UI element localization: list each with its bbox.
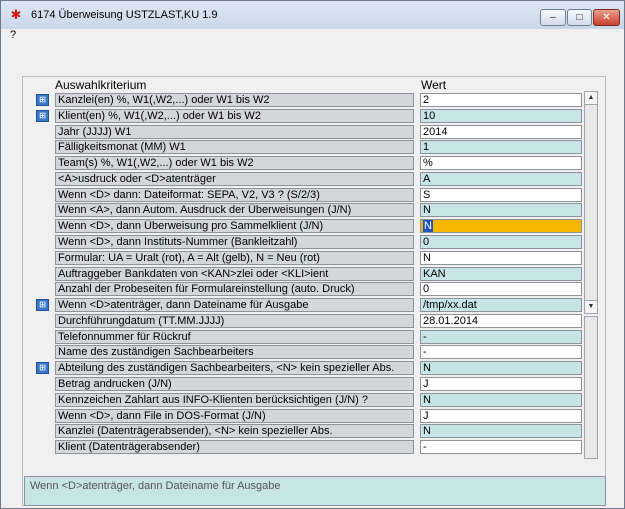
criteria-row: Kennzeichen Zahlart aus INFO-Klienten be… bbox=[0, 393, 600, 407]
criteria-value-field[interactable]: % bbox=[420, 156, 582, 170]
criteria-row: Name des zuständigen Sachbearbeiters - bbox=[0, 345, 600, 359]
criteria-row: Wenn <A>, dann Autom. Ausdruck der Überw… bbox=[0, 203, 600, 217]
criteria-label: Wenn <D>, dann Überweisung pro Sammelkli… bbox=[55, 219, 414, 233]
minimize-button[interactable]: – bbox=[540, 9, 566, 26]
criteria-value-field[interactable]: 2 bbox=[420, 93, 582, 107]
criteria-value-field[interactable]: /tmp/xx.dat bbox=[420, 298, 582, 312]
criteria-label: Klient (Datenträgerabsender) bbox=[55, 440, 414, 454]
criteria-value-text: N bbox=[423, 220, 433, 232]
criteria-label: Telefonnummer für Rückruf bbox=[55, 330, 414, 344]
criteria-label: Auftraggeber Bankdaten von <KAN>zlei ode… bbox=[55, 267, 414, 281]
criteria-row: Wenn <D> dann: Dateiformat: SEPA, V2, V3… bbox=[0, 188, 600, 202]
criteria-label: Klient(en) %, W1(,W2,...) oder W1 bis W2 bbox=[55, 109, 414, 123]
close-button[interactable]: ✕ bbox=[593, 9, 620, 26]
criteria-row: Kanzlei (Datenträgerabsender), <N> kein … bbox=[0, 424, 600, 438]
lookup-icon[interactable]: ⊞ bbox=[36, 110, 49, 122]
scrollbar-lower[interactable] bbox=[584, 316, 598, 459]
criteria-value-field[interactable]: N bbox=[420, 424, 582, 438]
criteria-row: ⊞ Abteilung des zuständigen Sachbearbeite… bbox=[0, 361, 600, 375]
lookup-icon[interactable]: ⊞ bbox=[36, 299, 49, 311]
criteria-value-field[interactable]: 28.01.2014 bbox=[420, 314, 582, 328]
criteria-value-field[interactable]: 10 bbox=[420, 109, 582, 123]
criteria-label: Kennzeichen Zahlart aus INFO-Klienten be… bbox=[55, 393, 414, 407]
criteria-value-field[interactable]: N bbox=[420, 393, 582, 407]
window-title: 6174 Überweisung USTZLAST,KU 1.9 bbox=[31, 9, 218, 21]
criteria-row: Telefonnummer für Rückruf - bbox=[0, 330, 600, 344]
criteria-label: Wenn <D>, dann File in DOS-Format (J/N) bbox=[55, 409, 414, 423]
criteria-label: Team(s) %, W1(,W2,...) oder W1 bis W2 bbox=[55, 156, 414, 170]
menu-help[interactable]: ? bbox=[10, 29, 16, 41]
status-hint: Wenn <D>atenträger, dann Dateiname für A… bbox=[24, 476, 606, 506]
criteria-value-field[interactable]: J bbox=[420, 377, 582, 391]
criteria-label: Formular: UA = Uralt (rot), A = Alt (gel… bbox=[55, 251, 414, 265]
maximize-button[interactable]: □ bbox=[567, 9, 592, 26]
criteria-label: Abteilung des zuständigen Sachbearbeiter… bbox=[55, 361, 414, 375]
criteria-value-field[interactable]: - bbox=[420, 440, 582, 454]
criteria-label: Kanzlei(en) %, W1(,W2,...) oder W1 bis W… bbox=[55, 93, 414, 107]
criteria-row: ⊞ Kanzlei(en) %, W1(,W2,...) oder W1 bis … bbox=[0, 93, 600, 107]
criteria-row: Team(s) %, W1(,W2,...) oder W1 bis W2% bbox=[0, 156, 600, 170]
criteria-row: Fälligkeitsmonat (MM) W1 1 bbox=[0, 140, 600, 154]
criteria-row: Wenn <D>, dann Instituts-Nummer (Banklei… bbox=[0, 235, 600, 249]
criteria-value-field[interactable]: J bbox=[420, 409, 582, 423]
criteria-label: Wenn <D>atenträger, dann Dateiname für A… bbox=[55, 298, 414, 312]
lookup-icon[interactable]: ⊞ bbox=[36, 94, 49, 106]
criteria-row: Wenn <D>, dann File in DOS-Format (J/N) J bbox=[0, 409, 600, 423]
criteria-label: Fälligkeitsmonat (MM) W1 bbox=[55, 140, 414, 154]
criteria-label: Jahr (JJJJ) W1 bbox=[55, 125, 414, 139]
criteria-row: Klient (Datenträgerabsender) - bbox=[0, 440, 600, 454]
criteria-value-field[interactable]: 2014 bbox=[420, 125, 582, 139]
criteria-value-field[interactable]: N bbox=[420, 361, 582, 375]
red-swoosh-icon: ✱ bbox=[10, 7, 22, 22]
scrollbar-upper[interactable]: ▲ ▼ bbox=[584, 91, 598, 314]
criteria-value-field[interactable]: N bbox=[420, 219, 582, 233]
criteria-label: Name des zuständigen Sachbearbeiters bbox=[55, 345, 414, 359]
criteria-value-field[interactable]: - bbox=[420, 345, 582, 359]
criteria-value-field[interactable]: A bbox=[420, 172, 582, 186]
criteria-value-field[interactable]: 0 bbox=[420, 235, 582, 249]
criteria-label: Betrag andrucken (J/N) bbox=[55, 377, 414, 391]
criteria-row: <A>usdruck oder <D>atenträger A bbox=[0, 172, 600, 186]
criteria-label: Wenn <D>, dann Instituts-Nummer (Banklei… bbox=[55, 235, 414, 249]
lookup-icon[interactable]: ⊞ bbox=[36, 362, 49, 374]
criteria-row: Anzahl der Probeseiten für Formulareinst… bbox=[0, 282, 600, 296]
criteria-value-field[interactable]: N bbox=[420, 203, 582, 217]
scroll-up-icon[interactable]: ▲ bbox=[585, 92, 597, 105]
title-bar[interactable]: ✱ 6174 Überweisung USTZLAST,KU 1.9 – □ ✕ bbox=[1, 1, 624, 29]
criteria-value-field[interactable]: 1 bbox=[420, 140, 582, 154]
criteria-row: Formular: UA = Uralt (rot), A = Alt (gel… bbox=[0, 251, 600, 265]
criteria-value-field[interactable]: S bbox=[420, 188, 582, 202]
column-header-value: Wert bbox=[421, 78, 447, 92]
criteria-value-field[interactable]: - bbox=[420, 330, 582, 344]
criteria-row: Jahr (JJJJ) W1 2014 bbox=[0, 125, 600, 139]
criteria-row: Auftraggeber Bankdaten von <KAN>zlei ode… bbox=[0, 267, 600, 281]
criteria-label: <A>usdruck oder <D>atenträger bbox=[55, 172, 414, 186]
column-header-criterion: Auswahlkriterium bbox=[55, 78, 147, 92]
criteria-label: Kanzlei (Datenträgerabsender), <N> kein … bbox=[55, 424, 414, 438]
criteria-row: Durchführungdatum (TT.MM.JJJJ) 28.01.2014 bbox=[0, 314, 600, 328]
criteria-row: ⊞ Klient(en) %, W1(,W2,...) oder W1 bis W… bbox=[0, 109, 600, 123]
criteria-row: Betrag andrucken (J/N) J bbox=[0, 377, 600, 391]
criteria-label: Wenn <A>, dann Autom. Ausdruck der Überw… bbox=[55, 203, 414, 217]
scroll-down-icon[interactable]: ▼ bbox=[585, 300, 597, 313]
criteria-row: Wenn <D>, dann Überweisung pro Sammelkli… bbox=[0, 219, 600, 233]
menu-bar: ? bbox=[1, 29, 624, 43]
criteria-row: ⊞ Wenn <D>atenträger, dann Dateiname für … bbox=[0, 298, 600, 312]
criteria-value-field[interactable]: KAN bbox=[420, 267, 582, 281]
criteria-label: Anzahl der Probeseiten für Formulareinst… bbox=[55, 282, 414, 296]
criteria-value-field[interactable]: 0 bbox=[420, 282, 582, 296]
criteria-label: Durchführungdatum (TT.MM.JJJJ) bbox=[55, 314, 414, 328]
criteria-value-field[interactable]: N bbox=[420, 251, 582, 265]
criteria-label: Wenn <D> dann: Dateiformat: SEPA, V2, V3… bbox=[55, 188, 414, 202]
